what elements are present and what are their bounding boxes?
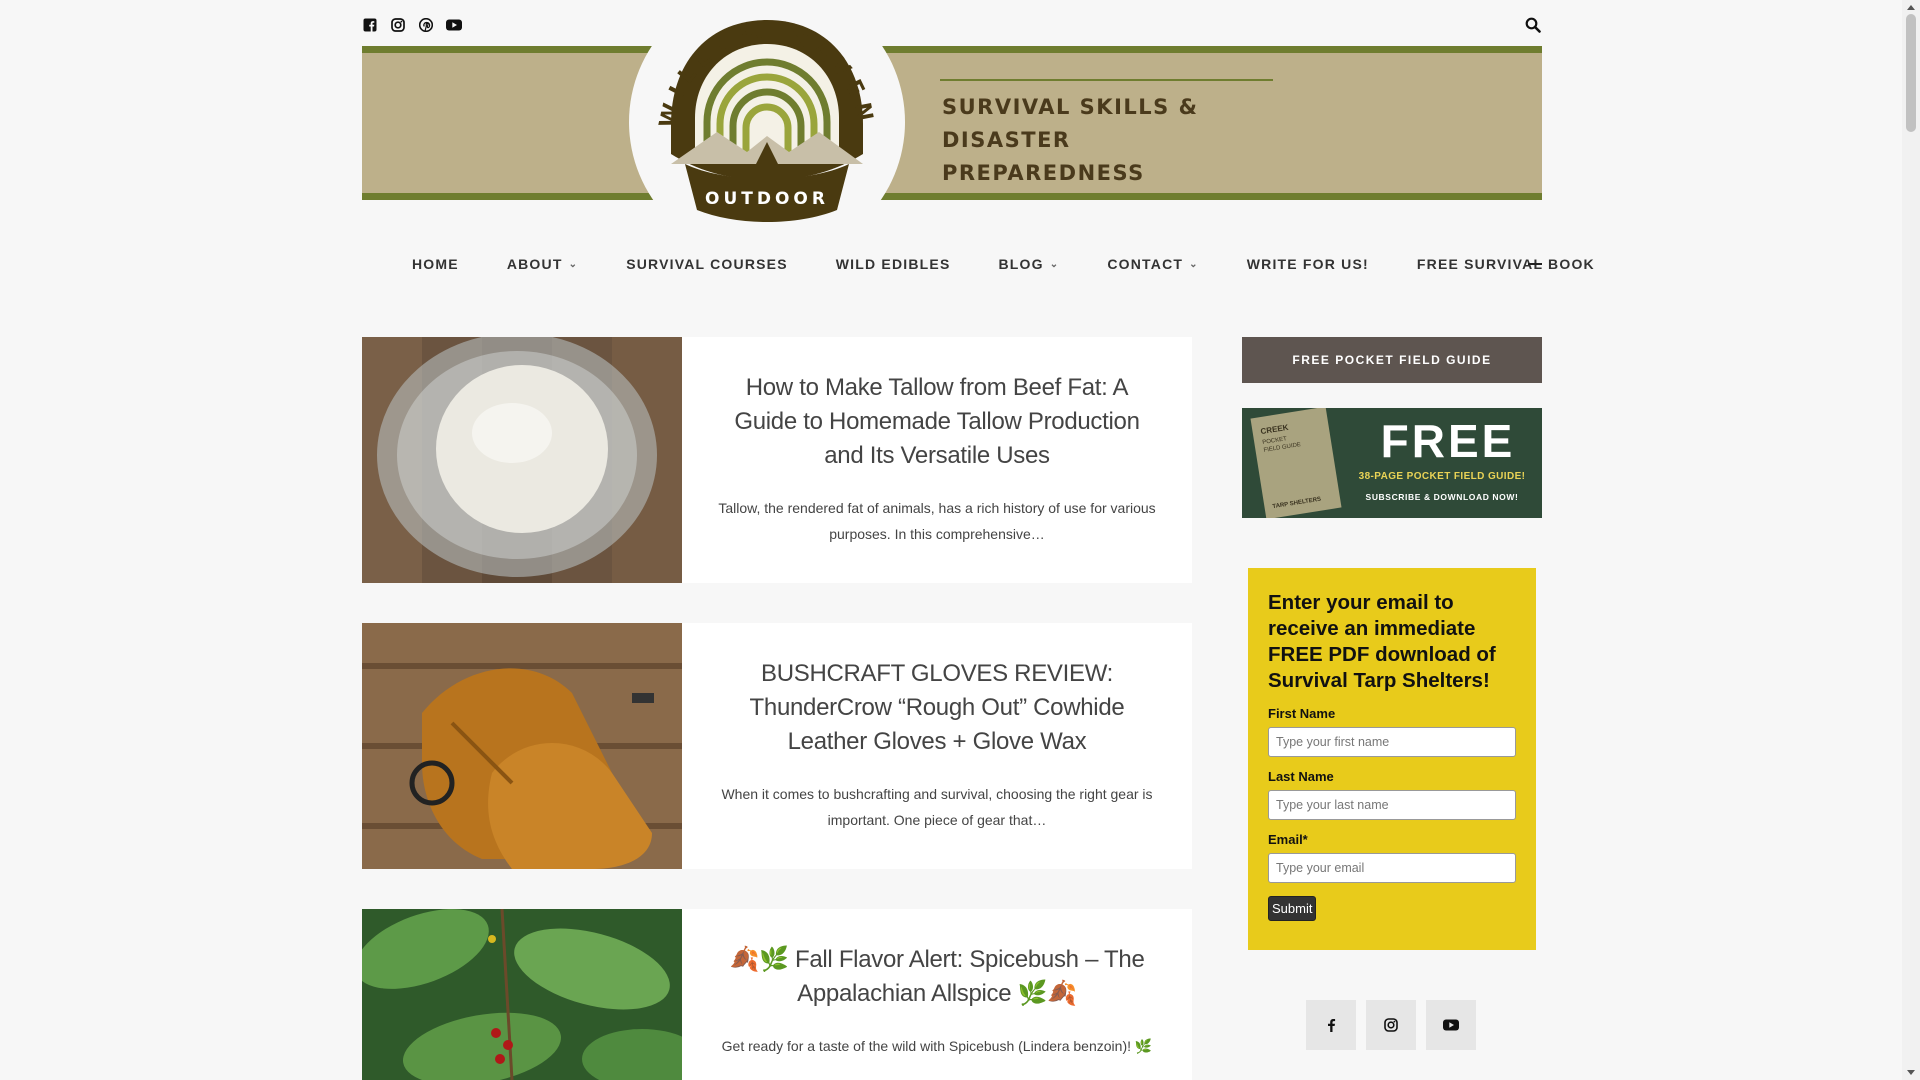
post-excerpt: When it comes to bushcrafting and surviv…	[721, 786, 1153, 828]
email-label: Email*	[1268, 832, 1308, 847]
ad-line-2: SUBSCRIBE & DOWNLOAD NOW!	[1365, 492, 1519, 502]
tagline-line-2: DISASTER PREPAREDNESS	[942, 128, 1145, 185]
last-name-field[interactable]: Type your last name	[1268, 790, 1516, 820]
instagram-icon[interactable]	[390, 17, 406, 33]
book-subtitle: TARP SHELTERS	[1272, 496, 1322, 511]
nav-survival-courses[interactable]: SURVIVAL COURSES	[626, 256, 788, 272]
post-title[interactable]: 🍂🌿 Fall Flavor Alert: Spicebush – The Ap…	[712, 943, 1162, 1011]
nav-home-label: HOME	[412, 256, 459, 272]
nav-contact[interactable]: CONTACT ⌄	[1107, 256, 1198, 272]
field-guide-ad-banner[interactable]: CREEK POCKET FIELD GUIDE TARP SHELTERS F…	[1242, 408, 1542, 518]
chevron-down-icon: ⌄	[1189, 258, 1199, 270]
email-optin-form: Enter your email to receive an immediate…	[1248, 568, 1536, 950]
post-excerpt: Tallow, the rendered fat of animals, has…	[718, 500, 1156, 542]
nav-free-survival-book-label: FREE SURVIVAL BOOK	[1416, 256, 1595, 272]
tagline-line-1: SURVIVAL SKILLS &	[942, 95, 1199, 119]
nav-about[interactable]: ABOUT ⌄	[507, 256, 578, 272]
chevron-down-icon: ⌄	[568, 258, 579, 270]
post-body: How to Make Tallow from Beef Fat: A Guid…	[682, 337, 1192, 583]
post-body: 🍂🌿 Fall Flavor Alert: Spicebush – The Ap…	[682, 909, 1192, 1080]
post-card[interactable]: 🍂🌿 Fall Flavor Alert: Spicebush – The Ap…	[362, 909, 1192, 1080]
nav-blog-label: BLOG	[998, 256, 1044, 272]
nav-blog[interactable]: BLOG ⌄	[999, 256, 1060, 272]
nav-about-label: ABOUT	[506, 256, 563, 272]
youtube-icon[interactable]	[1426, 1000, 1476, 1050]
page-scrollbar[interactable]	[1902, 0, 1920, 1080]
scroll-up-arrow-icon[interactable]	[1907, 5, 1915, 10]
top-social-icons	[362, 17, 462, 33]
site-tagline: SURVIVAL SKILLS & DISASTER PREPAREDNESS	[940, 79, 1273, 198]
post-card[interactable]: How to Make Tallow from Beef Fat: A Guid…	[362, 337, 1192, 583]
last-name-label: Last Name	[1268, 769, 1334, 784]
search-icon[interactable]	[1525, 17, 1543, 35]
nav-wild-edibles-label: WILD EDIBLES	[835, 256, 951, 272]
sidebar-social-icons	[1306, 1000, 1476, 1050]
header-banner: SURVIVAL SKILLS & DISASTER PREPAREDNESS	[362, 46, 1542, 200]
field-guide-book-image: CREEK POCKET FIELD GUIDE TARP SHELTERS	[1250, 408, 1342, 518]
nav-home[interactable]: HOME	[412, 256, 459, 272]
first-name-field[interactable]: Type your first name	[1268, 727, 1516, 757]
youtube-icon[interactable]	[446, 17, 462, 33]
nav-wild-edibles[interactable]: WILD EDIBLES	[836, 256, 951, 272]
post-thumbnail[interactable]	[362, 909, 682, 1080]
scrollbar-thumb[interactable]	[1906, 14, 1916, 132]
post-body: BUSHCRAFT GLOVES REVIEW: ThunderCrow “Ro…	[682, 623, 1192, 869]
nav-survival-courses-label: SURVIVAL COURSES	[626, 256, 788, 272]
logo-bottom-text: OUTDOOR	[705, 189, 829, 209]
book-brand: CREEK	[1259, 422, 1290, 437]
first-name-label: First Name	[1268, 706, 1336, 721]
scroll-down-arrow-icon[interactable]	[1907, 1070, 1915, 1075]
instagram-icon[interactable]	[1366, 1000, 1416, 1050]
optin-heading: Enter your email to receive an immediate…	[1268, 591, 1496, 692]
post-card[interactable]: BUSHCRAFT GLOVES REVIEW: ThunderCrow “Ro…	[362, 623, 1192, 869]
nav-contact-label: CONTACT	[1107, 256, 1184, 272]
post-excerpt: Get ready for a taste of the wild with S…	[721, 1038, 1153, 1054]
nav-write-for-us[interactable]: WRITE FOR US!	[1247, 256, 1369, 272]
free-pocket-field-guide-button[interactable]: FREE POCKET FIELD GUIDE	[1242, 337, 1542, 383]
post-thumbnail[interactable]	[362, 337, 682, 583]
email-field[interactable]: Type your email	[1268, 853, 1516, 883]
post-title[interactable]: How to Make Tallow from Beef Fat: A Guid…	[712, 371, 1162, 473]
nav-write-for-us-label: WRITE FOR US!	[1246, 256, 1369, 272]
nav-free-survival-book[interactable]: FREE SURVIVAL BOOK	[1417, 256, 1595, 272]
main-nav: HOME ABOUT ⌄ SURVIVAL COURSES WILD EDIBLE…	[362, 252, 1594, 276]
post-title[interactable]: BUSHCRAFT GLOVES REVIEW: ThunderCrow “Ro…	[712, 657, 1162, 759]
post-thumbnail[interactable]	[362, 623, 682, 869]
ad-line-1: 38-PAGE POCKET FIELD GUIDE!	[1358, 471, 1526, 482]
facebook-icon[interactable]	[1306, 1000, 1356, 1050]
ad-free-text: FREE	[1380, 415, 1516, 467]
banner-stripe-top	[362, 46, 1542, 53]
nav-divider-right	[1528, 263, 1542, 265]
site-logo[interactable]: WILLOW HAVEN OUTDOOR	[627, 0, 907, 260]
submit-button[interactable]: Submit	[1268, 896, 1317, 921]
chevron-down-icon: ⌄	[1049, 258, 1060, 270]
book-title: POCKET FIELD GUIDE	[1261, 436, 1302, 454]
facebook-icon[interactable]	[362, 17, 378, 33]
pinterest-icon[interactable]	[418, 17, 434, 33]
nav-items: HOME ABOUT ⌄ SURVIVAL COURSES WILD EDIBLE…	[412, 256, 1643, 272]
